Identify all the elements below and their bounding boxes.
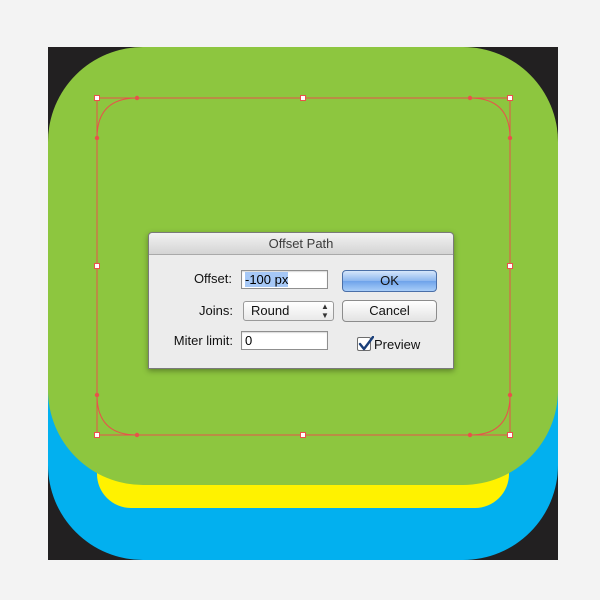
offset-value: -100 px [245,272,289,287]
miter-limit-input[interactable]: 0 [241,331,328,350]
cancel-button[interactable]: Cancel [342,300,437,322]
joins-selected-value: Round [251,303,290,318]
preview-label[interactable]: Preview [374,337,434,352]
offset-input[interactable]: -100 px [241,270,328,289]
anchor-point[interactable] [507,392,513,398]
anchor-point[interactable] [94,392,100,398]
dialog-title[interactable]: Offset Path [149,233,453,255]
bbox-handle-top-right[interactable] [507,95,513,101]
bbox-handle-bottom-right[interactable] [507,432,513,438]
anchor-point[interactable] [467,432,473,438]
bbox-handle-bottom-center[interactable] [300,432,306,438]
bbox-handle-middle-right[interactable] [507,263,513,269]
joins-select[interactable]: Round ▲ ▼ [243,301,334,321]
checkmark-icon [358,336,374,351]
preview-checkbox[interactable] [357,336,374,351]
bbox-handle-bottom-left[interactable] [94,432,100,438]
anchor-point[interactable] [134,432,140,438]
anchor-point[interactable] [507,135,513,141]
bbox-handle-top-left[interactable] [94,95,100,101]
anchor-point[interactable] [467,95,473,101]
ok-button[interactable]: OK [342,270,437,292]
offset-label: Offset: [193,271,232,286]
anchor-point[interactable] [134,95,140,101]
anchor-point[interactable] [94,135,100,141]
bbox-handle-top-center[interactable] [300,95,306,101]
joins-label: Joins: [199,303,233,318]
miter-limit-label: Miter limit: [173,333,233,348]
bbox-handle-middle-left[interactable] [94,263,100,269]
updown-arrows-icon: ▲ ▼ [321,302,329,320]
offset-path-dialog: Offset Path Offset: -100 px Joins: Round… [148,232,454,369]
